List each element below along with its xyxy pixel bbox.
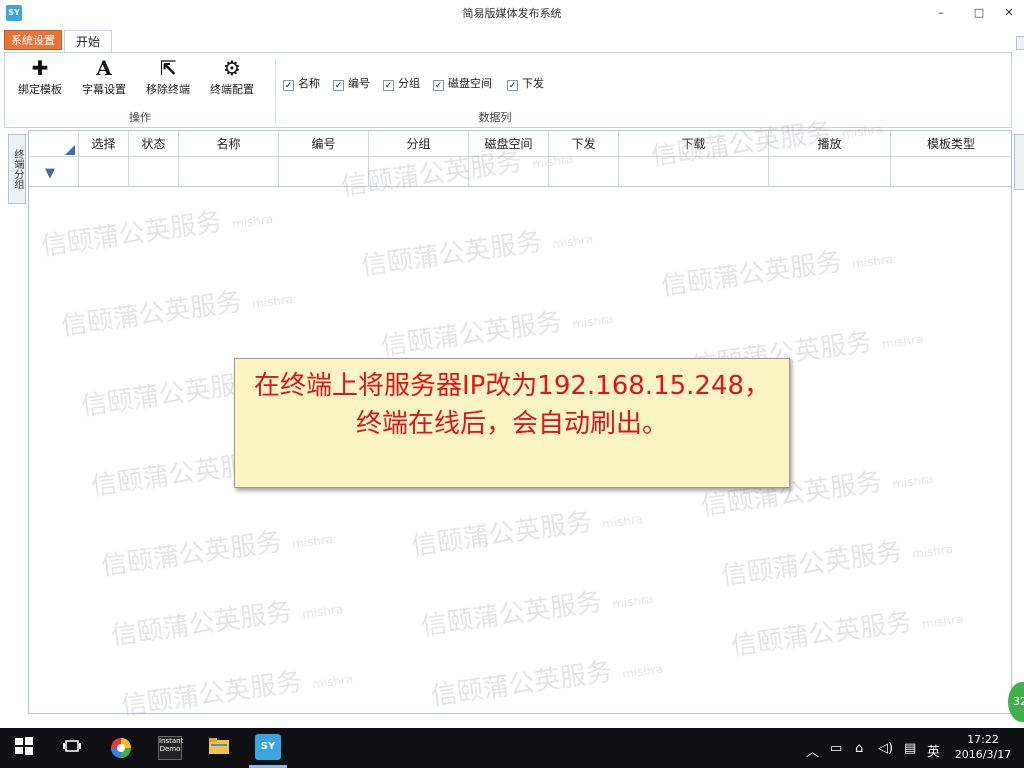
show-hidden-icons[interactable]: ︿ (806, 741, 819, 760)
filter-cell[interactable] (769, 157, 891, 187)
tab-start[interactable]: 开始 (64, 30, 112, 54)
terminal-config-button[interactable]: ⚙ 终端配置 (201, 57, 263, 101)
filter-cell[interactable] (79, 157, 129, 187)
ip-hint-toast: 在终端上将服务器IP改为192.168.15.248，终端在线后，会自动刷出。 (234, 358, 790, 488)
bind-template-button[interactable]: ✚ 绑定模板 (9, 57, 71, 101)
grid-corner[interactable] (29, 131, 79, 157)
close-button[interactable]: ✕ (1002, 6, 1016, 20)
title-bar: SY 简易版媒体发布系统 – □ ✕ (0, 0, 1024, 26)
column-check-number[interactable]: ✓ 编号 (333, 75, 370, 91)
filter-cell[interactable] (619, 157, 769, 187)
grid-filter-row: ▼ (29, 157, 1011, 187)
tab-system-settings[interactable]: 系统设置 (4, 30, 62, 50)
notification-center-icon[interactable]: ▤ (904, 741, 916, 756)
column-check-disk-space[interactable]: ✓ 磁盘空间 (433, 75, 492, 91)
group-divider (275, 59, 276, 123)
task-view-icon[interactable] (60, 736, 84, 760)
filter-cell[interactable] (369, 157, 469, 187)
filter-cell[interactable] (469, 157, 549, 187)
sy-app-taskbar-icon[interactable]: SY (255, 734, 281, 760)
maximize-button[interactable]: □ (972, 6, 986, 20)
checkbox-checked-icon: ✓ (433, 80, 444, 91)
network-icon[interactable]: ⌂ (855, 741, 863, 756)
taskbar: Instant Demo SY ︿ ▭ ⌂ ◁) ▤ 英 17:22 2016/… (0, 728, 1024, 768)
column-check-name[interactable]: ✓ 名称 (283, 75, 320, 91)
filter-cell[interactable]: ▼ (29, 157, 79, 187)
windows-start-icon[interactable] (12, 736, 36, 760)
checkbox-checked-icon: ✓ (383, 80, 394, 91)
remove-terminal-label: 移除终端 (146, 83, 190, 96)
column-header[interactable]: 下发 (549, 131, 619, 157)
column-header[interactable]: 选择 (79, 131, 129, 157)
share-export-icon: ⇱ (159, 56, 177, 80)
operations-group-label: 操作 (129, 111, 151, 124)
filter-cell[interactable] (279, 157, 369, 187)
filter-icon: ▼ (45, 166, 55, 181)
checkbox-checked-icon: ✓ (333, 80, 344, 91)
column-header[interactable]: 名称 (179, 131, 279, 157)
column-check-group[interactable]: ✓ 分组 (383, 75, 420, 91)
column-header[interactable]: 模板类型 (891, 131, 1011, 157)
battery-icon[interactable]: ▭ (830, 741, 842, 756)
color-wheel-app-icon[interactable] (109, 736, 133, 760)
column-header[interactable]: 下载 (619, 131, 769, 157)
minimize-button[interactable]: – (934, 6, 948, 20)
system-clock[interactable]: 17:22 2016/3/17 (950, 732, 1016, 762)
volume-icon[interactable]: ◁) (878, 741, 893, 756)
file-explorer-icon[interactable] (207, 736, 231, 760)
subtitle-settings-label: 字幕设置 (82, 83, 126, 96)
column-check-dispatch[interactable]: ✓ 下发 (507, 75, 544, 91)
checkbox-checked-icon: ✓ (507, 80, 518, 91)
column-header[interactable]: 播放 (769, 131, 891, 157)
filter-cell[interactable] (549, 157, 619, 187)
clock-time: 17:22 (967, 733, 999, 746)
font-a-icon: A (96, 56, 112, 80)
gear-icon: ⚙ (223, 56, 241, 80)
column-header[interactable]: 磁盘空间 (469, 131, 549, 157)
column-header[interactable]: 分组 (369, 131, 469, 157)
column-header[interactable]: 编号 (279, 131, 369, 157)
ribbon-tab-row: 系统设置 开始 (0, 27, 1024, 54)
window-title: 简易版媒体发布系统 (462, 7, 562, 20)
terminal-group-side-tab[interactable]: 终端分组 (8, 134, 26, 204)
filter-cell[interactable] (129, 157, 179, 187)
filter-cell[interactable] (179, 157, 279, 187)
column-header[interactable]: 状态 (129, 131, 179, 157)
plus-icon: ✚ (31, 56, 49, 80)
clock-date: 2016/3/17 (954, 748, 1012, 761)
columns-group-label: 数据列 (478, 111, 512, 124)
subtitle-settings-button[interactable]: A 字幕设置 (73, 57, 135, 101)
bind-template-label: 绑定模板 (18, 83, 62, 96)
instant-demo-icon[interactable]: Instant Demo (158, 736, 183, 760)
floating-status-badge[interactable]: 32 (1008, 682, 1024, 722)
terminal-config-label: 终端配置 (210, 83, 254, 96)
grid-header: 选择 状态 名称 编号 分组 磁盘空间 下发 下载 播放 模板类型 (29, 131, 1011, 157)
filter-cell[interactable] (891, 157, 1011, 187)
right-side-tab[interactable] (1014, 134, 1024, 190)
checkbox-checked-icon: ✓ (283, 80, 294, 91)
ribbon-collapse-handle[interactable] (1016, 36, 1024, 50)
ime-indicator[interactable]: 英 (927, 741, 940, 760)
sort-corner-icon (65, 145, 75, 155)
remove-terminal-button[interactable]: ⇱ 移除终端 (137, 57, 199, 101)
ribbon-panel: ✚ 绑定模板 A 字幕设置 ⇱ 移除终端 ⚙ 终端配置 操作 ✓ 名称 ✓ 编号 ✓… (4, 52, 1012, 128)
